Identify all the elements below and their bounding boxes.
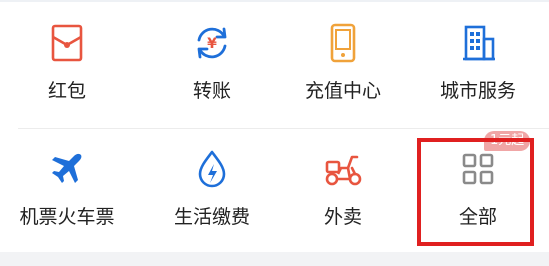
row-divider [18,128,549,129]
phone-recharge-icon [322,22,364,64]
service-row-1: 红包 ¥ 转账 充值中心 城市服务 [0,14,549,124]
scooter-icon [322,148,364,190]
water-drop-icon [191,148,233,190]
service-transfer[interactable]: ¥ 转账 [147,14,277,114]
service-all[interactable]: 全部 [413,140,543,240]
grid-icon [457,148,499,190]
service-hongbao[interactable]: 红包 [2,14,132,114]
red-envelope-icon [46,22,88,64]
service-label: 机票火车票 [19,206,115,228]
service-tickets[interactable]: 机票火车票 [2,140,132,240]
service-label: 城市服务 [439,80,516,102]
service-row-2: 机票火车票 生活缴费 外卖 全部 [0,140,549,250]
service-city[interactable]: 城市服务 [413,14,543,114]
service-utilities[interactable]: 生活缴费 [147,140,277,240]
service-label: 外卖 [323,206,362,228]
svg-text:¥: ¥ [207,36,217,52]
service-panel: 红包 ¥ 转账 充值中心 城市服务 机票火车票 生活缴费 外卖 全部 1元起 [0,0,549,266]
service-label: 充值中心 [304,80,381,102]
bottom-strip [0,252,549,266]
airplane-icon [46,148,88,190]
service-grid: 红包 ¥ 转账 充值中心 城市服务 机票火车票 生活缴费 外卖 全部 [0,0,549,252]
promo-badge: 1元起 [484,131,531,151]
service-recharge[interactable]: 充值中心 [278,14,408,114]
city-building-icon [457,22,499,64]
service-label: 全部 [458,206,497,228]
service-takeout[interactable]: 外卖 [278,140,408,240]
transfer-icon: ¥ [191,22,233,64]
service-label: 生活缴费 [173,206,250,228]
service-label: 红包 [47,80,86,102]
service-label: 转账 [192,80,231,102]
